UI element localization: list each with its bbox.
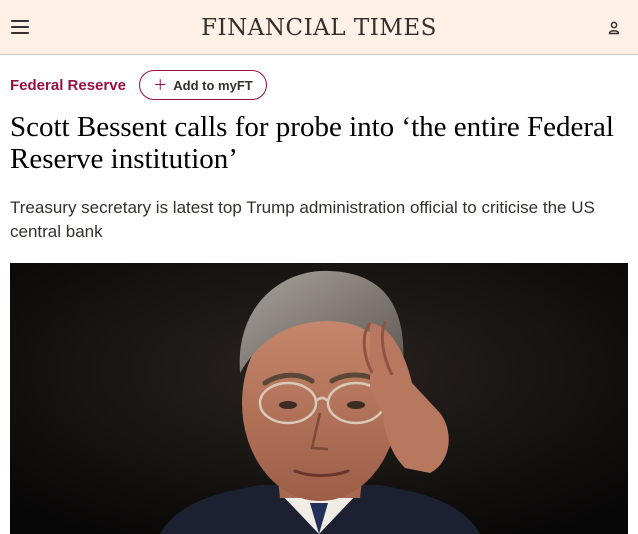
plus-icon: ＋ — [153, 77, 168, 93]
article-standfirst: Treasury secretary is latest top Trump a… — [10, 198, 595, 241]
ft-logo[interactable]: FINANCIAL TIMES — [0, 12, 638, 44]
article-headline: Scott Bessent calls for probe into ‘the … — [10, 111, 614, 175]
site-header: FINANCIAL TIMES — [0, 0, 638, 55]
topic-link[interactable]: Federal Reserve — [10, 76, 126, 96]
article-hero-image — [10, 263, 628, 534]
user-account-icon[interactable] — [604, 18, 624, 38]
add-to-myft-label: Add to myFT — [173, 77, 253, 93]
add-to-myft-button[interactable]: ＋ Add to myFT — [139, 70, 267, 100]
